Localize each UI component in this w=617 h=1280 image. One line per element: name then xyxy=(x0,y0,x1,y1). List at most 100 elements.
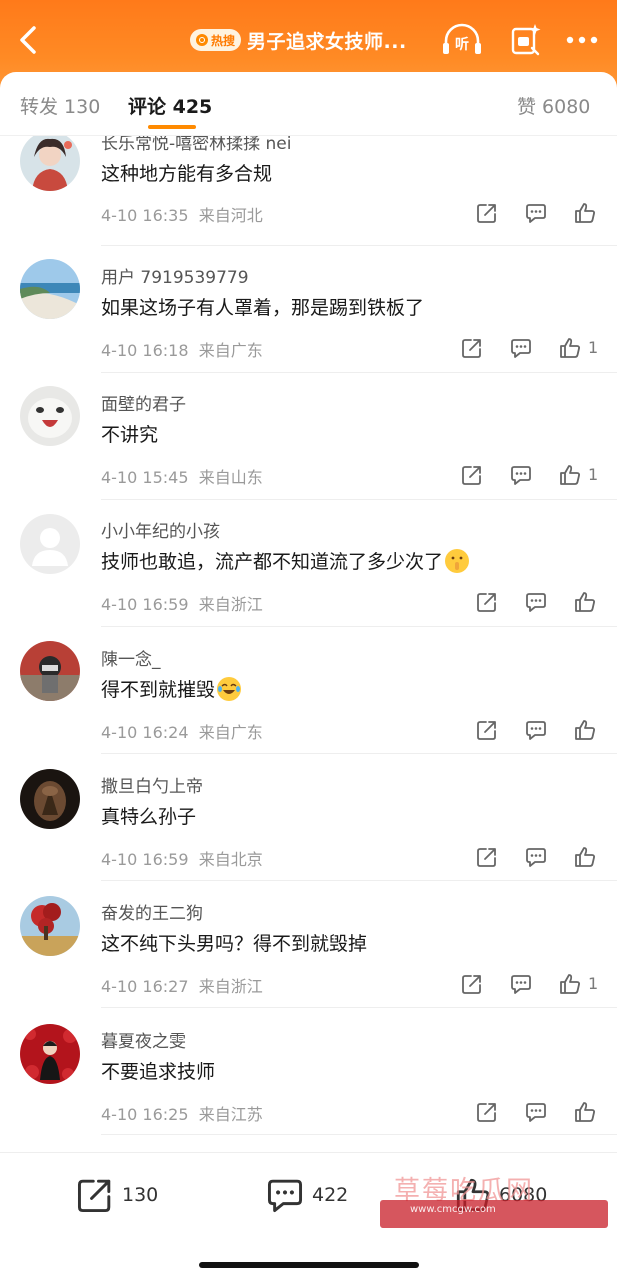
comment-time: 4-10 16:59 xyxy=(101,850,189,869)
share-icon xyxy=(477,848,496,867)
comment-text: 这不纯下头男吗？得不到就毁掉 xyxy=(101,929,367,956)
comment-meta: 4-10 15:45 来自山东 xyxy=(101,464,263,488)
comment-text: 不要追求技师 xyxy=(101,1057,215,1084)
avatar[interactable] xyxy=(20,514,80,574)
avatar[interactable] xyxy=(20,259,80,319)
comment-location: 来自广东 xyxy=(198,723,263,742)
comment-location: 来自江苏 xyxy=(198,1105,263,1124)
comment-location: 来自广东 xyxy=(198,341,263,360)
comment-text: 不讲究 xyxy=(101,420,158,447)
like-button[interactable] xyxy=(555,969,585,999)
comment-icon xyxy=(267,1179,303,1213)
reply-button[interactable] xyxy=(521,587,551,617)
reply-button[interactable] xyxy=(506,333,536,363)
like-button[interactable] xyxy=(555,460,585,490)
comment-username[interactable]: 暮夏夜之雯 xyxy=(101,1027,186,1052)
like-button[interactable] xyxy=(570,842,600,872)
like-count: 1 xyxy=(588,974,599,993)
repost-button[interactable] xyxy=(472,198,502,228)
thumbs-up-icon xyxy=(560,465,580,485)
comment-username[interactable]: 用户 7919539779 xyxy=(101,263,249,288)
more-dots-icon xyxy=(566,36,598,44)
repost-button[interactable] xyxy=(472,715,502,745)
comment-text: 得不到就摧毁 xyxy=(101,675,242,702)
comment-location: 来自浙江 xyxy=(198,595,263,614)
avatar[interactable] xyxy=(20,136,80,191)
comment-meta: 4-10 16:59 来自北京 xyxy=(101,846,263,870)
avatar[interactable] xyxy=(20,769,80,829)
thumbs-up-icon xyxy=(575,720,595,740)
hot-search-label: 热搜 xyxy=(211,33,236,48)
divider xyxy=(101,1134,617,1135)
comment-meta: 4-10 16:25 来自江苏 xyxy=(101,1101,263,1125)
comment-item: 长乐常悦-嘻密林揉揉 nei 这种地方能有多合规 4-10 16:35 来自河北 xyxy=(0,136,617,246)
avatar[interactable] xyxy=(20,1024,80,1084)
back-button[interactable] xyxy=(12,22,44,58)
reply-button[interactable] xyxy=(521,715,551,745)
like-button[interactable] xyxy=(570,198,600,228)
listen-button[interactable]: 听 xyxy=(440,20,484,60)
tab-bar: 转发 130 评论 425 赞 6080 xyxy=(0,72,617,136)
bottom-repost-button[interactable]: 130 xyxy=(76,1175,158,1215)
comment-text: 技师也敢追，流产都不知道流了多少次了 xyxy=(101,547,470,574)
comment-location: 来自浙江 xyxy=(198,977,263,996)
avatar[interactable] xyxy=(20,641,80,701)
shush-emoji-icon xyxy=(445,548,470,573)
comment-username[interactable]: 面壁的君子 xyxy=(101,390,186,415)
comment-username[interactable]: 撒旦白勺上帝 xyxy=(101,772,203,797)
bottom-comment-button[interactable]: 422 xyxy=(266,1175,348,1215)
thumbs-up-icon xyxy=(575,847,595,867)
more-button[interactable] xyxy=(560,20,604,60)
repost-button[interactable] xyxy=(457,460,487,490)
repost-button[interactable] xyxy=(457,969,487,999)
comment-list[interactable]: 长乐常悦-嘻密林揉揉 nei 这种地方能有多合规 4-10 16:35 来自河北… xyxy=(0,136,617,1152)
page-title: 男子追求女技师... xyxy=(247,30,407,53)
reply-button[interactable] xyxy=(506,969,536,999)
comment-meta: 4-10 16:59 来自浙江 xyxy=(101,591,263,615)
reply-button[interactable] xyxy=(506,460,536,490)
repost-button[interactable] xyxy=(472,1097,502,1127)
share-icon xyxy=(477,721,496,740)
comment-text: 如果这场子有人罩着，那是踢到铁板了 xyxy=(101,293,424,320)
avatar[interactable] xyxy=(20,896,80,956)
comment-meta: 4-10 16:24 来自广东 xyxy=(101,719,263,743)
repost-button[interactable] xyxy=(472,587,502,617)
bottom-comment-count: 422 xyxy=(312,1184,349,1206)
comment-username[interactable]: 小小年纪的小孩 xyxy=(101,517,220,542)
avatar[interactable] xyxy=(20,386,80,446)
reply-button[interactable] xyxy=(521,198,551,228)
share-icon xyxy=(477,204,496,223)
like-button[interactable] xyxy=(570,1097,600,1127)
share-card-button[interactable] xyxy=(502,20,546,60)
reply-button[interactable] xyxy=(521,842,551,872)
home-indicator[interactable] xyxy=(199,1262,419,1268)
share-icon xyxy=(77,1179,111,1213)
thumbs-up-icon xyxy=(560,974,580,994)
title-wrap[interactable]: 热搜 男子追求女技师... xyxy=(190,24,407,56)
comment-item: 陳一念_ 得不到就摧毁 4-10 16:24 来自广东 xyxy=(0,627,617,754)
sparkle-card-icon xyxy=(511,24,541,56)
repost-button[interactable] xyxy=(457,333,487,363)
like-button[interactable] xyxy=(570,587,600,617)
tab-likes[interactable]: 赞 6080 xyxy=(517,92,590,119)
active-tab-indicator xyxy=(148,125,196,129)
comment-item: 用户 7919539779 如果这场子有人罩着，那是踢到铁板了 4-10 16:… xyxy=(0,246,617,373)
comment-icon xyxy=(526,848,546,867)
comment-icon xyxy=(526,593,546,612)
share-icon xyxy=(462,466,481,485)
comment-time: 4-10 15:45 xyxy=(101,468,189,487)
bottom-repost-count: 130 xyxy=(122,1184,159,1206)
tab-comments[interactable]: 评论 425 xyxy=(128,92,212,119)
repost-button[interactable] xyxy=(472,842,502,872)
reply-button[interactable] xyxy=(521,1097,551,1127)
watermark: 草莓吃瓜网 www.cmcgw.com xyxy=(380,1166,608,1238)
like-button[interactable] xyxy=(570,715,600,745)
comment-time: 4-10 16:25 xyxy=(101,1105,189,1124)
headphones-icon: 听 xyxy=(443,23,481,54)
comment-username[interactable]: 奋发的王二狗 xyxy=(101,899,203,924)
tab-repost[interactable]: 转发 130 xyxy=(20,92,100,119)
thumbs-up-icon xyxy=(575,1102,595,1122)
comment-username[interactable]: 长乐常悦-嘻密林揉揉 nei xyxy=(101,136,292,154)
like-button[interactable] xyxy=(555,333,585,363)
comment-username[interactable]: 陳一念_ xyxy=(101,645,161,670)
